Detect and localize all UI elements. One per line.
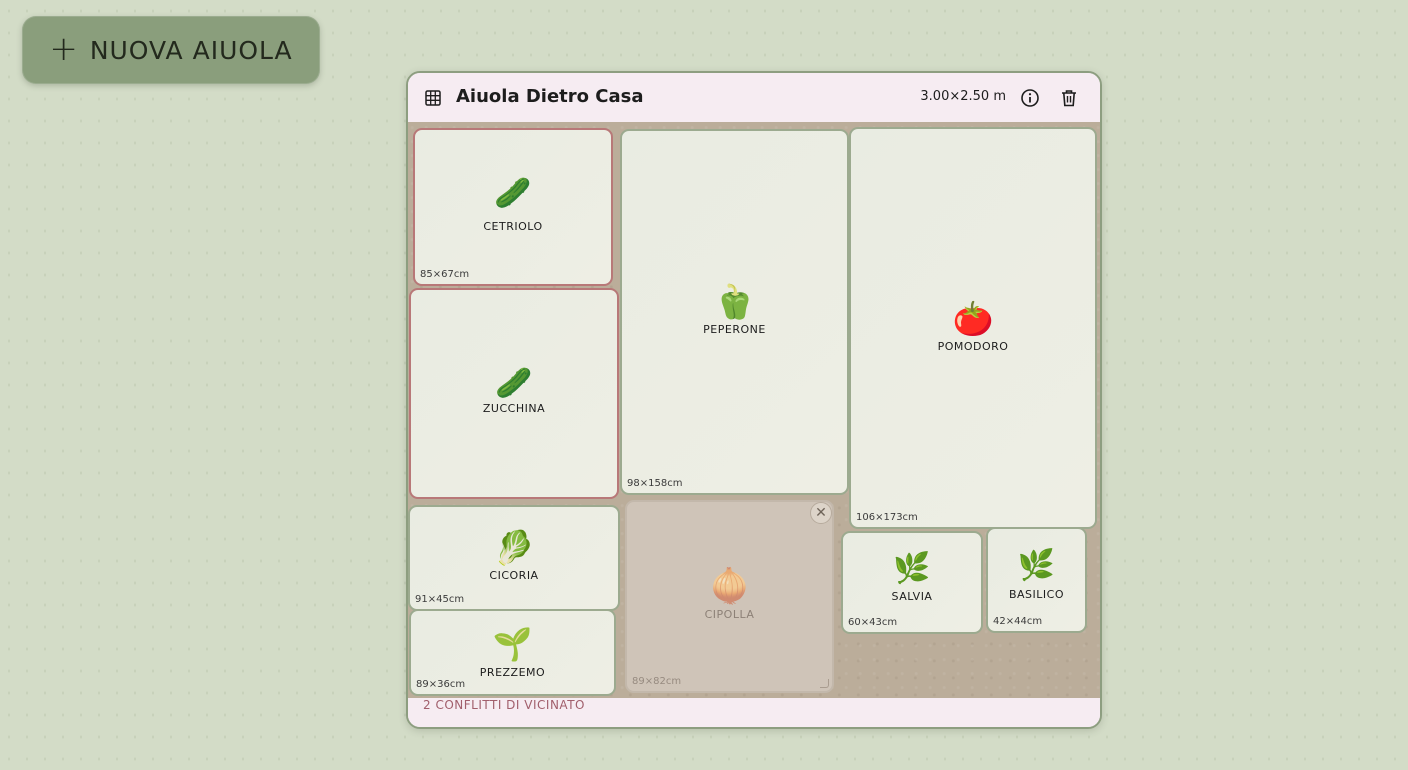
plant-tile-cipolla[interactable]: 🧅 CIPOLLA 89×82cm ✕	[625, 500, 834, 693]
bed-soil-area[interactable]: 🥒 CETRIOLO 85×67cm 🫑 PEPERONE 98×158cm 🍅…	[408, 122, 1100, 700]
cucumber-icon: 🥒	[494, 176, 532, 211]
plant-tile-cetriolo[interactable]: 🥒 CETRIOLO 85×67cm	[413, 128, 613, 286]
plant-tile-cicoria[interactable]: 🥬 CICORIA 91×45cm	[408, 505, 620, 611]
plant-name: POMODORO	[937, 340, 1009, 353]
plant-size: 85×67cm	[420, 269, 470, 280]
seedling-icon: 🌱	[492, 625, 533, 663]
plant-size: 91×45cm	[415, 594, 465, 605]
plant-tile-pomodoro[interactable]: 🍅 POMODORO 106×173cm	[849, 127, 1097, 529]
plant-size: 60×43cm	[848, 617, 898, 628]
bed-dimensions: 3.00×2.50 m	[920, 89, 1006, 104]
close-icon[interactable]: ✕	[810, 502, 832, 524]
tomato-icon: 🍅	[952, 299, 994, 338]
plant-name: BASILICO	[1008, 588, 1064, 601]
plant-size: 89×82cm	[632, 676, 682, 687]
plant-name: SALVIA	[891, 590, 933, 603]
bed-header: Aiuola Dietro Casa 3.00×2.50 m	[408, 73, 1100, 122]
plant-size: 106×173cm	[856, 512, 918, 523]
zucchini-icon: 🥒	[495, 366, 533, 401]
plant-tile-zucchina[interactable]: 🥒 ZUCCHINA	[409, 288, 619, 499]
plant-name: PREZZEMO	[479, 666, 546, 679]
plant-tile-prezzemo[interactable]: 🌱 PREZZEMO 89×36cm	[409, 609, 616, 696]
new-bed-button[interactable]: + NUOVA AIUOLA	[22, 16, 320, 84]
plant-name: CETRIOLO	[483, 220, 543, 233]
plant-tile-peperone[interactable]: 🫑 PEPERONE 98×158cm	[620, 129, 849, 495]
plant-size: 89×36cm	[416, 679, 466, 690]
herb-icon: 🌿	[893, 551, 931, 586]
plant-size: 98×158cm	[627, 478, 683, 489]
plus-icon: +	[49, 28, 78, 69]
pepper-icon: 🫑	[713, 282, 756, 321]
plant-name: CICORIA	[489, 569, 539, 582]
bed-footer: 2 CONFLITTI DI VICINATO	[408, 698, 1100, 727]
garden-bed-card: Aiuola Dietro Casa 3.00×2.50 m 🥒 CETRIOL…	[406, 71, 1102, 729]
plant-name: PEPERONE	[703, 323, 766, 336]
plant-tile-salvia[interactable]: 🌿 SALVIA 60×43cm	[841, 531, 983, 634]
neighbor-conflicts-text[interactable]: 2 CONFLITTI DI VICINATO	[423, 698, 585, 712]
resize-handle[interactable]	[820, 679, 829, 688]
trash-icon[interactable]	[1059, 88, 1079, 108]
plant-name: CIPOLLA	[704, 608, 755, 621]
plant-size: 42×44cm	[993, 616, 1043, 627]
herb-icon: 🌿	[1017, 548, 1056, 583]
grid-icon	[425, 90, 441, 106]
onion-icon: 🧅	[708, 566, 751, 605]
lettuce-icon: 🥬	[493, 528, 535, 567]
plant-name: ZUCCHINA	[482, 402, 546, 415]
new-bed-label: NUOVA AIUOLA	[89, 35, 293, 65]
info-icon[interactable]	[1020, 88, 1040, 108]
bed-title[interactable]: Aiuola Dietro Casa	[456, 86, 644, 107]
plant-tile-basilico[interactable]: 🌿 BASILICO 42×44cm	[986, 527, 1087, 633]
